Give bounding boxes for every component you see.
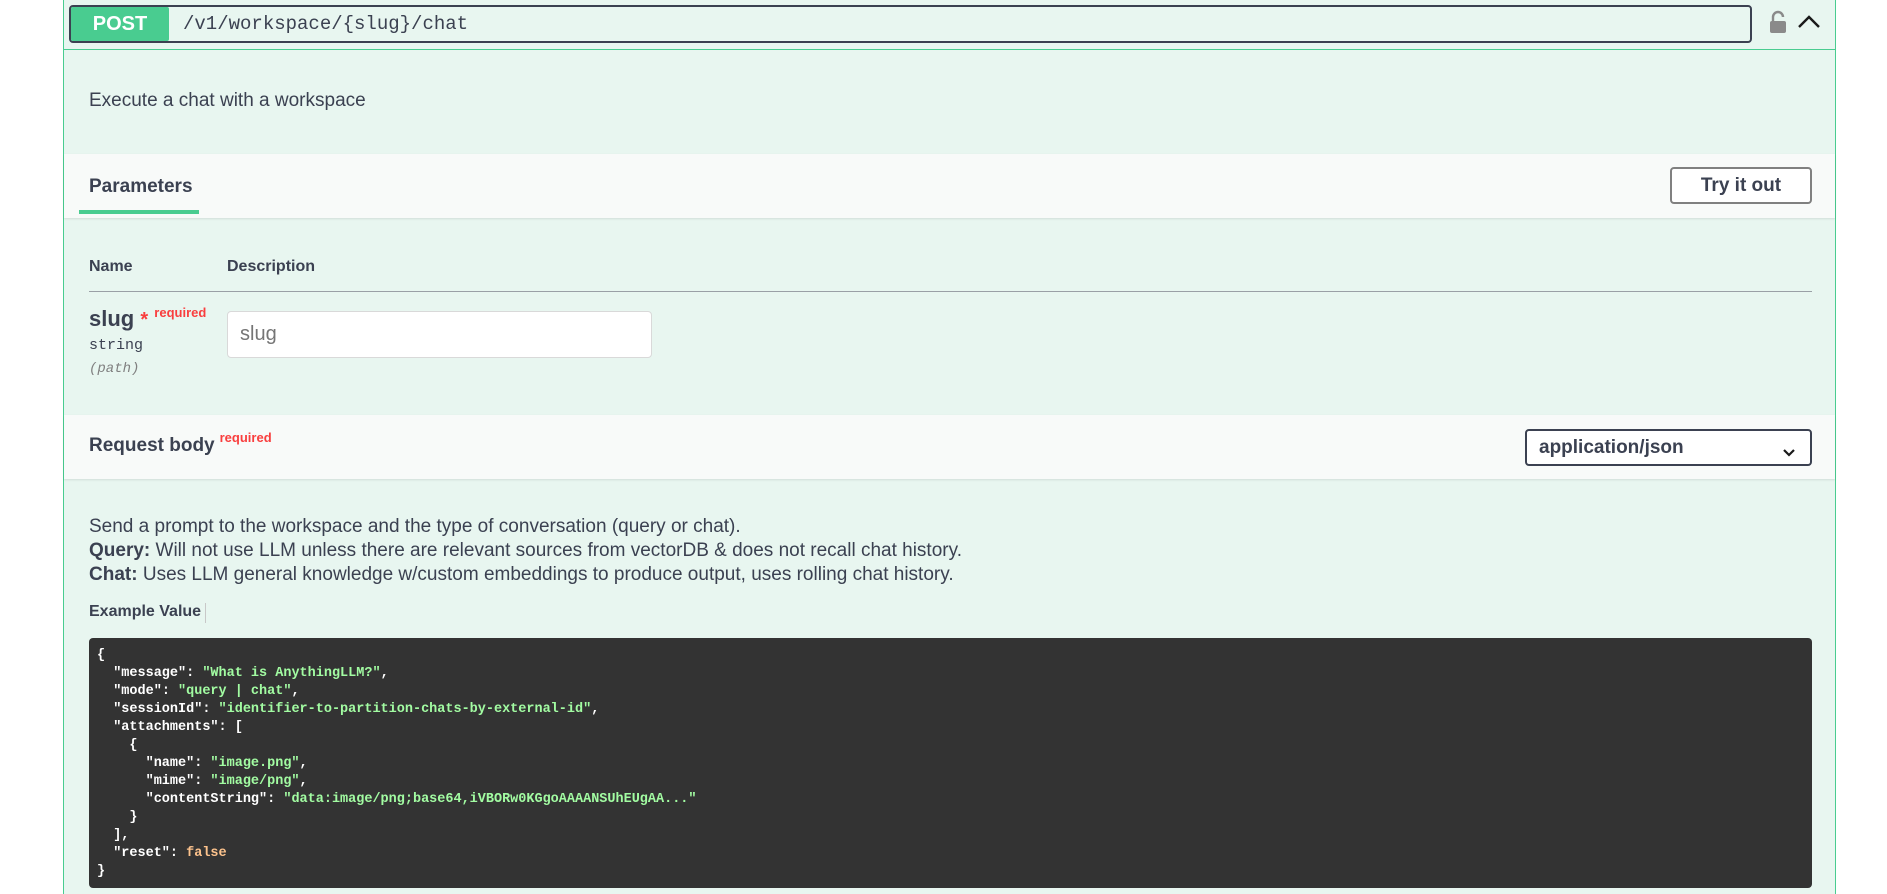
endpoint-description: Execute a chat with a workspace xyxy=(89,90,366,111)
request-body-required-tag: required xyxy=(219,430,272,445)
body-desc-query: Query: Will not use LLM unless there are… xyxy=(89,539,962,563)
required-tag: required xyxy=(154,305,207,320)
param-name-text: slug xyxy=(89,306,135,331)
request-body-description: Send a prompt to the workspace and the t… xyxy=(89,515,962,587)
tab-parameters[interactable]: Parameters xyxy=(89,176,193,198)
chevron-down-icon xyxy=(1782,442,1796,464)
column-header-name: Name xyxy=(89,258,133,275)
example-att-name: "image.png" xyxy=(210,756,300,771)
example-att-content: "data:image/png;base64,iVBORw0KGgoAAAANS… xyxy=(283,792,697,807)
example-att-mime: "image/png" xyxy=(210,774,300,789)
tab-separator xyxy=(205,603,206,623)
example-mode: "query | chat" xyxy=(178,684,292,699)
chat-label: Chat: xyxy=(89,564,138,585)
endpoint-path: /v1/workspace/{slug}/chat xyxy=(183,13,469,35)
param-name: slug * required xyxy=(89,305,207,332)
request-body-header: Request body required application/json xyxy=(64,415,1835,479)
method-badge: POST xyxy=(71,7,169,41)
example-message: "What is AnythingLLM?" xyxy=(202,666,381,681)
body-desc-line: Send a prompt to the workspace and the t… xyxy=(89,516,741,537)
param-type: string xyxy=(89,337,144,354)
column-header-description: Description xyxy=(227,258,316,275)
try-it-out-button[interactable]: Try it out xyxy=(1670,167,1812,204)
example-code-block: { "message": "What is AnythingLLM?", "mo… xyxy=(89,638,1812,888)
example-session-id: "identifier-to-partition-chats-by-extern… xyxy=(218,702,592,717)
request-body-title: Request body required xyxy=(89,430,272,457)
query-label: Query: xyxy=(89,540,151,561)
chevron-up-icon[interactable] xyxy=(1797,12,1821,37)
body-desc-chat: Chat: Uses LLM general knowledge w/custo… xyxy=(89,563,962,587)
query-text: Will not use LLM unless there are releva… xyxy=(150,540,962,561)
endpoint-summary[interactable]: POST /v1/workspace/{slug}/chat xyxy=(69,5,1752,43)
slug-input[interactable] xyxy=(227,311,652,358)
lock-icon[interactable] xyxy=(1769,10,1787,39)
request-body-label: Request body xyxy=(89,435,215,456)
content-type-select[interactable]: application/json xyxy=(1525,429,1812,466)
tab-example-value[interactable]: Example Value xyxy=(89,603,201,621)
header-divider xyxy=(89,291,1812,292)
tab-active-indicator xyxy=(79,210,199,214)
endpoint-block: POST /v1/workspace/{slug}/chat Execute a… xyxy=(63,0,1836,894)
parameters-header: Parameters Try it out xyxy=(64,154,1835,218)
summary-divider xyxy=(64,49,1835,50)
required-star: * xyxy=(140,309,149,331)
content-type-value: application/json xyxy=(1539,436,1684,458)
example-reset: false xyxy=(186,846,227,861)
param-location: (path) xyxy=(89,361,140,377)
chat-text: Uses LLM general knowledge w/custom embe… xyxy=(137,564,954,585)
